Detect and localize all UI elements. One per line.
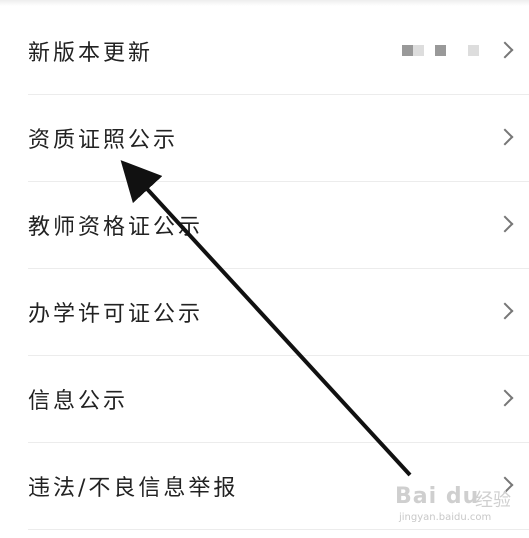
chevron-right-icon xyxy=(496,41,514,59)
menu-item-version-update[interactable]: 新版本更新 xyxy=(28,8,529,95)
version-pixel xyxy=(468,45,479,56)
menu-item-label: 信息公示 xyxy=(28,389,129,414)
menu-item-report-illegal-info[interactable]: 违法/不良信息举报 xyxy=(28,443,529,530)
version-pixel xyxy=(402,45,413,56)
version-pixel xyxy=(457,45,468,56)
menu-item-label: 办学许可证公示 xyxy=(28,302,204,327)
version-pixel xyxy=(424,45,435,56)
menu-item-info-disclosure[interactable]: 信息公示 xyxy=(28,356,529,443)
chevron-right-icon xyxy=(496,128,514,146)
menu-item-label: 违法/不良信息举报 xyxy=(28,476,239,501)
chevron-right-icon xyxy=(496,215,514,233)
menu-item-school-license[interactable]: 办学许可证公示 xyxy=(28,269,529,356)
menu-item-teacher-certificate[interactable]: 教师资格证公示 xyxy=(28,182,529,269)
version-badge xyxy=(402,45,479,56)
menu-item-label: 教师资格证公示 xyxy=(28,215,204,240)
version-pixel xyxy=(435,45,446,56)
menu-item-label: 资质证照公示 xyxy=(28,128,179,153)
menu-item-qualification-license[interactable]: 资质证照公示 xyxy=(28,95,529,182)
version-pixel xyxy=(413,45,424,56)
chevron-right-icon xyxy=(496,302,514,320)
chevron-right-icon xyxy=(496,389,514,407)
top-scroll-hint xyxy=(0,0,529,6)
menu-item-label: 新版本更新 xyxy=(28,41,154,66)
version-pixel xyxy=(446,45,457,56)
chevron-right-icon xyxy=(496,476,514,494)
settings-menu-list: 新版本更新 资质证照公示 教师资格证公示 办学许可证公示 信息公示 违法/不良信… xyxy=(0,8,529,530)
